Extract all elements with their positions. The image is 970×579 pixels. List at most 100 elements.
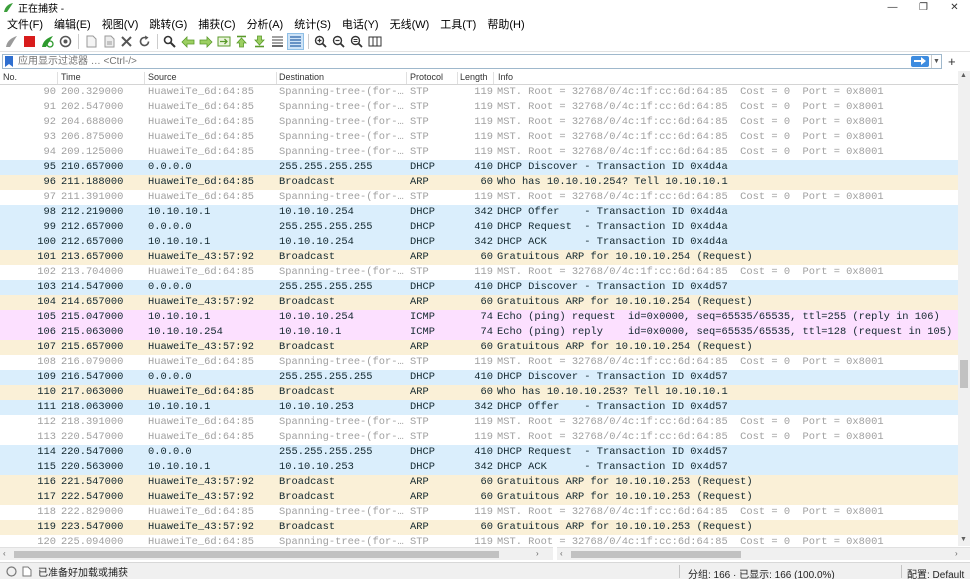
packet-row[interactable]: 107 215.657000 HuaweiTe_43:57:92 Broadcast A… (0, 340, 958, 355)
scroll-down-icon[interactable]: ▼ (960, 536, 967, 543)
packet-row[interactable]: 115 220.563000 10.10.10.1 10.10.10.253 DHCP 3… (0, 460, 958, 475)
packet-row[interactable]: 113 220.547000 HuaweiTe_6d:64:85 Spanning-t… (0, 430, 958, 445)
capture-options-icon[interactable] (57, 33, 74, 50)
add-filter-button-icon[interactable]: + (948, 54, 956, 69)
horizontal-scroll-thumb[interactable] (571, 551, 741, 558)
minimize-button[interactable]: — (877, 0, 908, 15)
menu-edit[interactable]: 编辑(E) (50, 16, 95, 32)
column-header-no[interactable]: No. (3, 72, 58, 84)
packet-row[interactable]: 104 214.657000 HuaweiTe_43:57:92 Broadcast A… (0, 295, 958, 310)
packet-row[interactable]: 116 221.547000 HuaweiTe_43:57:92 Broadcast A… (0, 475, 958, 490)
filter-bookmark-icon[interactable] (3, 55, 15, 68)
packet-row[interactable]: 103 214.547000 0.0.0.0 255.255.255.255 DHCP 4… (0, 280, 958, 295)
go-to-packet-icon[interactable] (215, 33, 232, 50)
packet-list-vertical-scrollbar[interactable]: ▲ ▼ (958, 71, 970, 546)
menu-capture[interactable]: 捕获(C) (194, 16, 239, 32)
stop-capture-icon[interactable] (21, 33, 38, 50)
expert-info-icon[interactable] (6, 565, 17, 577)
restart-capture-icon[interactable] (39, 33, 56, 50)
zoom-out-icon[interactable] (330, 33, 347, 50)
go-back-icon[interactable] (179, 33, 196, 50)
maximize-button[interactable]: ❐ (908, 0, 939, 15)
apply-filter-arrow-icon[interactable] (911, 55, 929, 67)
scroll-right-icon[interactable]: › (536, 549, 539, 558)
close-button[interactable]: ✕ (939, 0, 970, 15)
packet-info: DHCP Offer - Transaction ID 0x4d57 (497, 401, 728, 413)
close-file-icon[interactable] (118, 33, 135, 50)
filter-history-dropdown-icon[interactable]: ▼ (931, 54, 941, 68)
packet-row[interactable]: 120 225.094000 HuaweiTe_6d:64:85 Spanning-t… (0, 535, 958, 546)
column-header-protocol[interactable]: Protocol (410, 72, 458, 84)
scroll-right-icon[interactable]: › (955, 549, 958, 558)
shark-fin-start-icon[interactable] (3, 33, 20, 50)
packet-row[interactable]: 92 204.688000 HuaweiTe_6d:64:85 Spanning-tr… (0, 115, 958, 130)
colorize-icon[interactable] (287, 33, 304, 50)
open-file-icon[interactable] (82, 33, 99, 50)
scroll-left-icon[interactable]: ‹ (560, 549, 563, 558)
capture-comment-icon[interactable] (21, 566, 32, 577)
packet-row[interactable]: 106 215.063000 10.10.10.254 10.10.10.1 ICMP 7… (0, 325, 958, 340)
packet-row[interactable]: 109 216.547000 0.0.0.0 255.255.255.255 DHCP 4… (0, 370, 958, 385)
packet-destination: 255.255.255.255 (279, 161, 373, 173)
go-forward-icon[interactable] (197, 33, 214, 50)
packet-row[interactable]: 91 202.547000 HuaweiTe_6d:64:85 Spanning-tr… (0, 100, 958, 115)
packet-row[interactable]: 105 215.047000 10.10.10.1 10.10.10.254 ICMP 7… (0, 310, 958, 325)
packet-row[interactable]: 98 212.219000 10.10.10.1 10.10.10.254 DHCP 34… (0, 205, 958, 220)
display-filter-input[interactable] (15, 54, 911, 68)
profile-status[interactable]: 配置: Default (907, 566, 964, 579)
packet-row[interactable]: 100 212.657000 10.10.10.1 10.10.10.254 DHCP 3… (0, 235, 958, 250)
menu-analyze[interactable]: 分析(A) (243, 16, 288, 32)
secondary-horizontal-scrollbar[interactable]: ‹ › (557, 547, 970, 560)
packet-row[interactable]: 97 211.391000 HuaweiTe_6d:64:85 Spanning-tr… (0, 190, 958, 205)
scroll-up-icon[interactable]: ▲ (960, 72, 967, 79)
packet-row[interactable]: 94 209.125000 HuaweiTe_6d:64:85 Spanning-tr… (0, 145, 958, 160)
packet-row[interactable]: 108 216.079000 HuaweiTe_6d:64:85 Spanning-t… (0, 355, 958, 370)
column-header-destination[interactable]: Destination (279, 72, 407, 84)
packet-row[interactable]: 114 220.547000 0.0.0.0 255.255.255.255 DHCP 4… (0, 445, 958, 460)
column-header-source[interactable]: Source (148, 72, 277, 84)
packet-info: MST. Root = 32768/0/4c:1f:cc:6d:64:85 Co… (497, 266, 884, 278)
packet-row[interactable]: 119 223.547000 HuaweiTe_43:57:92 Broadcast A… (0, 520, 958, 535)
packet-row[interactable]: 101 213.657000 HuaweiTe_43:57:92 Broadcast A… (0, 250, 958, 265)
zoom-in-icon[interactable] (312, 33, 329, 50)
packet-row[interactable]: 96 211.188000 HuaweiTe_6d:64:85 Broadcast AR… (0, 175, 958, 190)
last-packet-icon[interactable] (251, 33, 268, 50)
packet-row[interactable]: 117 222.547000 HuaweiTe_43:57:92 Broadcast A… (0, 490, 958, 505)
menu-tools[interactable]: 工具(T) (436, 16, 480, 32)
find-packet-icon[interactable] (161, 33, 178, 50)
packet-length: 410 (474, 446, 493, 458)
menu-telephony[interactable]: 电话(Y) (338, 16, 383, 32)
menu-file[interactable]: 文件(F) (3, 16, 47, 32)
column-header-length[interactable]: Length (460, 72, 494, 84)
packet-row[interactable]: 118 222.829000 HuaweiTe_6d:64:85 Spanning-t… (0, 505, 958, 520)
column-header-info[interactable]: Info (498, 72, 956, 84)
packet-destination: Broadcast (279, 491, 336, 503)
horizontal-scroll-thumb[interactable] (14, 551, 499, 558)
packet-time: 202.547000 (61, 101, 124, 113)
menu-view[interactable]: 视图(V) (98, 16, 143, 32)
packet-row[interactable]: 93 206.875000 HuaweiTe_6d:64:85 Spanning-tr… (0, 130, 958, 145)
scroll-left-icon[interactable]: ‹ (3, 549, 6, 558)
column-header-time[interactable]: Time (61, 72, 145, 84)
packet-row[interactable]: 90 200.329000 HuaweiTe_6d:64:85 Spanning-tr… (0, 85, 958, 100)
zoom-normal-icon[interactable] (348, 33, 365, 50)
reload-file-icon[interactable] (136, 33, 153, 50)
first-packet-icon[interactable] (233, 33, 250, 50)
packet-row[interactable]: 110 217.063000 HuaweiTe_6d:64:85 Broadcast A… (0, 385, 958, 400)
resize-columns-icon[interactable] (366, 33, 383, 50)
packet-row[interactable]: 112 218.391000 HuaweiTe_6d:64:85 Spanning-t… (0, 415, 958, 430)
menu-help[interactable]: 帮助(H) (483, 16, 528, 32)
packet-protocol: STP (410, 116, 429, 128)
auto-scroll-icon[interactable] (269, 33, 286, 50)
packet-row[interactable]: 111 218.063000 10.10.10.1 10.10.10.253 DHCP 3… (0, 400, 958, 415)
packet-list-horizontal-scrollbar[interactable]: ‹ › (0, 547, 553, 560)
menu-wireless[interactable]: 无线(W) (386, 16, 434, 32)
menu-statistics[interactable]: 统计(S) (290, 16, 335, 32)
save-file-icon[interactable] (100, 33, 117, 50)
packet-row[interactable]: 99 212.657000 0.0.0.0 255.255.255.255 DHCP 41… (0, 220, 958, 235)
packet-row[interactable]: 95 210.657000 0.0.0.0 255.255.255.255 DHCP 41… (0, 160, 958, 175)
vertical-scroll-thumb[interactable] (960, 360, 968, 388)
menu-go[interactable]: 跳转(G) (145, 16, 191, 32)
packet-row[interactable]: 102 213.704000 HuaweiTe_6d:64:85 Spanning-t… (0, 265, 958, 280)
packet-number: 95 (43, 161, 56, 173)
